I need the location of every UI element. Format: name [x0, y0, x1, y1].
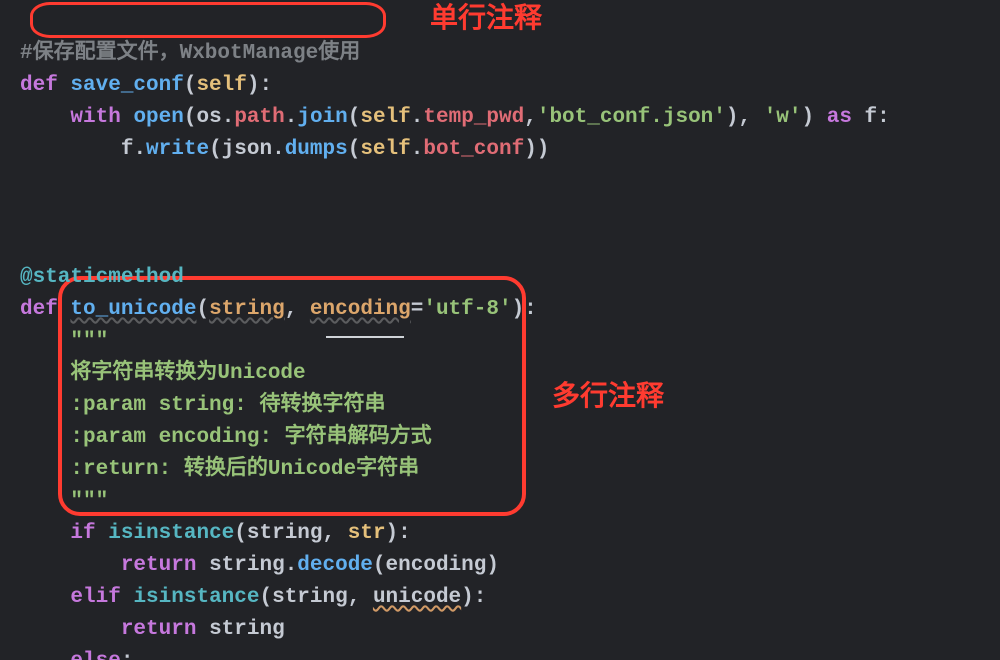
kw-def: def — [20, 298, 58, 321]
comment-line: #保存配置文件，WxbotManage使用 — [20, 42, 360, 65]
fn-name: to_unicode — [70, 298, 196, 321]
docstring-line: 将字符串转换为Unicode — [70, 362, 305, 385]
kw-with: with — [70, 106, 120, 129]
str-literal: 'bot_conf.json' — [537, 106, 726, 129]
docstring-line: :return: 转换后的Unicode字符串 — [70, 458, 419, 481]
fn-name: save_conf — [70, 74, 183, 97]
call-open: open — [133, 106, 183, 129]
kw-if: if — [70, 522, 95, 545]
kw-def: def — [20, 74, 58, 97]
docstring-open: """ — [70, 330, 108, 353]
kw-return: return — [121, 554, 197, 577]
self-param: self — [196, 74, 246, 97]
call-isinstance: isinstance — [108, 522, 234, 545]
kw-else: else — [70, 650, 120, 660]
docstring-line: :param string: 待转换字符串 — [70, 394, 385, 417]
unicode-symbol: unicode — [373, 586, 461, 609]
kw-elif: elif — [70, 586, 120, 609]
kw-return: return — [121, 618, 197, 641]
docstring-close: """ — [70, 490, 108, 513]
docstring-line: :param encoding: 字符串解码方式 — [70, 426, 431, 449]
code-block: #保存配置文件，WxbotManage使用 def save_conf(self… — [20, 6, 890, 660]
str-literal: 'w' — [764, 106, 802, 129]
decorator: @staticmethod — [20, 266, 184, 289]
